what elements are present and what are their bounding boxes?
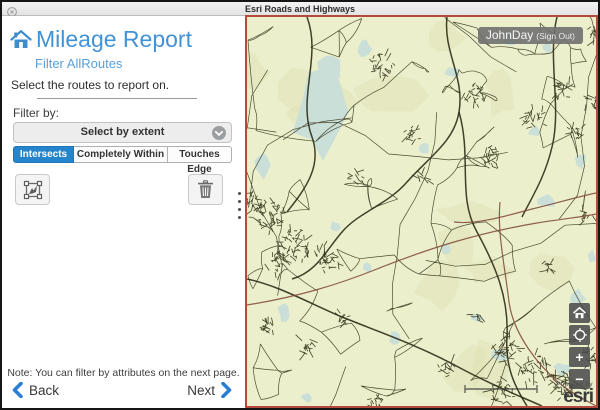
trash-icon [197,180,214,199]
chevron-right-icon [221,382,232,398]
page-title: Mileage Report [36,26,192,53]
filter-by-label: Filter by: [13,106,59,120]
zoom-in-button[interactable]: + [569,347,590,367]
tab-completely-within[interactable]: Completely Within [74,146,168,163]
home-extent-icon [573,307,586,319]
panel-heading: Mileage Report [10,26,192,53]
home-extent-button[interactable] [569,303,590,323]
window-title: Esri Roads and Highways [2,2,598,16]
panel-resize-handle[interactable] [236,192,242,224]
locate-icon [573,328,587,342]
esri-brand: esri [556,387,593,406]
back-label: Back [29,383,59,398]
next-label: Next [187,383,215,398]
back-button[interactable]: Back [12,379,59,401]
map-controls: + − [569,303,590,389]
sign-out-label: (Sign Out) [536,31,575,41]
next-button[interactable]: Next [187,379,232,401]
spatial-relation-tabs: Intersects Completely Within Touches Edg… [13,146,232,163]
esri-logo: Powered by esri [556,382,593,406]
select-method-dropdown[interactable]: Select by extent [13,122,232,143]
delete-selection-button[interactable] [188,174,223,205]
instruction-text: Select the routes to report on. [11,78,169,92]
tab-intersects[interactable]: Intersects [13,146,74,163]
mileage-report-panel: Mileage Report Filter AllRoutes Select t… [2,16,245,408]
chevron-left-icon [12,382,23,398]
divider [37,98,197,99]
window-titlebar: Esri Roads and Highways [2,2,598,16]
note-text: Note: You can filter by attributes on th… [2,367,245,379]
locate-button[interactable] [569,325,590,345]
page-subtitle: Filter AllRoutes [35,56,122,71]
chevron-down-icon [212,126,226,140]
user-name: JohnDay [486,27,533,44]
map-terrain [247,17,596,406]
app-window: Esri Roads and Highways Mileage Report F… [0,0,600,410]
draw-extent-icon [23,180,43,200]
draw-extent-button[interactable] [15,174,50,205]
dropdown-selected-value: Select by extent [14,123,231,142]
sign-out-button[interactable]: JohnDay (Sign Out) [478,27,583,44]
tab-touches-edge[interactable]: Touches Edge [168,146,232,163]
map-canvas[interactable]: JohnDay (Sign Out) + [245,15,598,408]
home-icon [10,29,32,50]
